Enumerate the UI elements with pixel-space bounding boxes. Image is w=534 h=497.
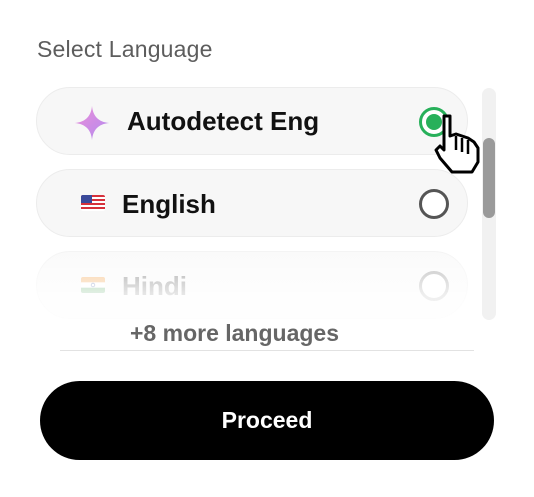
india-flag-icon [81,277,105,293]
radio-unselected[interactable] [419,189,449,219]
language-list[interactable]: Autodetect Eng English Hindi [36,87,472,322]
hand-pointer-cursor-icon [434,114,480,174]
us-flag-icon [81,195,105,211]
sparkle-icon [74,105,110,141]
section-heading: Select Language [37,36,213,62]
language-label: Hindi [122,271,187,301]
divider [60,350,474,351]
language-selector: Select Language Autodetect Eng English H… [0,0,534,497]
language-label: English [122,189,216,219]
language-option-hindi[interactable]: Hindi [36,251,468,319]
language-label: Autodetect Eng [127,106,320,136]
radio-unselected[interactable] [419,271,449,301]
language-option-english[interactable]: English [36,169,468,237]
more-languages-link[interactable]: +8 more languages [130,320,339,347]
language-option-autodetect[interactable]: Autodetect Eng [36,87,468,155]
proceed-button[interactable]: Proceed [40,381,494,460]
